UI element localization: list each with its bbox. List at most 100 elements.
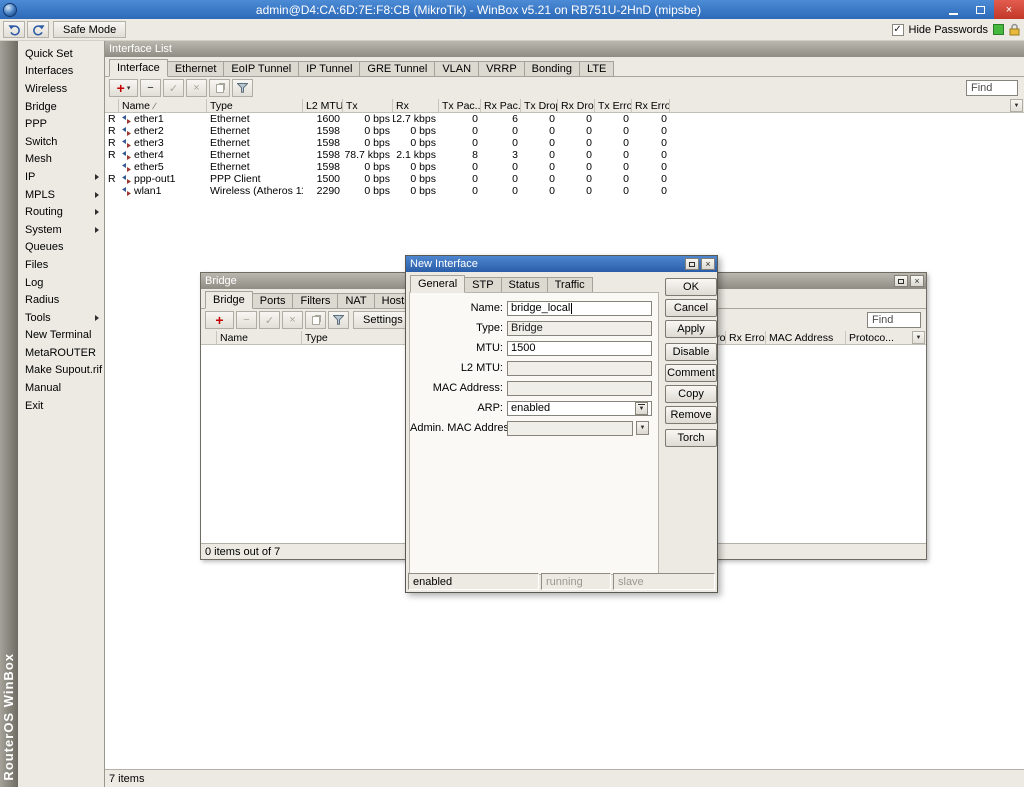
enable-button[interactable]: ✓ [259, 311, 280, 329]
tab-lte[interactable]: LTE [579, 61, 614, 77]
remove-button[interactable]: − [236, 311, 257, 329]
column-header-tx-drops[interactable]: Tx Drops [521, 99, 558, 112]
sidebar-item-new-terminal[interactable]: New Terminal [18, 327, 104, 345]
sidebar-item-make-supout-rif[interactable]: Make Supout.rif [18, 362, 104, 380]
column-select-button[interactable]: ▼ [912, 331, 925, 344]
tab-ports[interactable]: Ports [252, 293, 294, 309]
add-button[interactable]: + [205, 311, 234, 329]
column-header-tx-errors[interactable]: Tx Errors [595, 99, 632, 112]
tab-vlan[interactable]: VLAN [434, 61, 479, 77]
tab-eoip-tunnel[interactable]: EoIP Tunnel [223, 61, 299, 77]
torch-button[interactable]: Torch [665, 429, 717, 447]
enable-button[interactable]: ✓ [163, 79, 184, 97]
cancel-button[interactable]: Cancel [665, 299, 717, 317]
disable-button[interactable]: × [186, 79, 207, 97]
maximize-button[interactable] [894, 275, 908, 287]
mtu-input[interactable]: 1500 [507, 341, 652, 356]
sidebar-item-quick-set[interactable]: Quick Set [18, 45, 104, 63]
sidebar-item-queues[interactable]: Queues [18, 239, 104, 257]
column-header-protoco[interactable]: Protoco... [846, 331, 914, 344]
comment-button[interactable] [305, 311, 326, 329]
tab-bonding[interactable]: Bonding [524, 61, 580, 77]
tab-traffic[interactable]: Traffic [547, 277, 593, 293]
table-row[interactable]: wlan1Wireless (Atheros 11N)22900 bps0 bp… [105, 185, 1024, 197]
sidebar-item-routing[interactable]: Routing [18, 203, 104, 221]
dropdown-arrow-icon[interactable]: ▼ [636, 421, 649, 435]
close-button[interactable]: × [994, 0, 1024, 19]
add-button[interactable]: +▾ [109, 79, 138, 97]
table-row[interactable]: Rether3Ethernet15980 bps0 bps000000 [105, 137, 1024, 149]
sidebar-item-ppp[interactable]: PPP [18, 115, 104, 133]
find-input[interactable]: Find [966, 80, 1018, 96]
tab-stp[interactable]: STP [464, 277, 501, 293]
maximize-button[interactable] [967, 0, 994, 19]
sidebar-item-ip[interactable]: IP [18, 168, 104, 186]
close-button[interactable]: × [701, 258, 715, 270]
sidebar-item-exit[interactable]: Exit [18, 397, 104, 415]
column-header-tx-pac[interactable]: Tx Pac... [439, 99, 481, 112]
find-input[interactable]: Find [867, 312, 921, 328]
disable-button[interactable]: × [282, 311, 303, 329]
remove-button[interactable]: − [140, 79, 161, 97]
tab-bridge[interactable]: Bridge [205, 291, 253, 309]
safe-mode-button[interactable]: Safe Mode [53, 21, 126, 38]
sidebar-item-interfaces[interactable]: Interfaces [18, 63, 104, 81]
tab-interface[interactable]: Interface [109, 59, 168, 77]
sidebar-item-files[interactable]: Files [18, 256, 104, 274]
column-header-rx-drops[interactable]: Rx Drops [558, 99, 595, 112]
column-header-rx-pac[interactable]: Rx Pac... [481, 99, 521, 112]
name-input[interactable]: bridge_local [507, 301, 652, 316]
column-header-mac-address[interactable]: MAC Address [766, 331, 846, 344]
column-select-button[interactable]: ▼ [1010, 99, 1023, 112]
column-header-l2-mtu[interactable]: L2 MTU [303, 99, 343, 112]
new-interface-titlebar[interactable]: New Interface × [406, 256, 717, 272]
sidebar-item-tools[interactable]: Tools [18, 309, 104, 327]
column-header-rx[interactable]: Rx [393, 99, 439, 112]
dropdown-arrow-icon[interactable]: ▼ [635, 402, 648, 415]
tab-nat[interactable]: NAT [337, 293, 374, 309]
maximize-button[interactable] [685, 258, 699, 270]
minimize-button[interactable] [940, 0, 967, 19]
table-row[interactable]: ether5Ethernet15980 bps0 bps000000 [105, 161, 1024, 173]
interface-list-titlebar[interactable]: Interface List [105, 41, 1024, 57]
close-button[interactable]: × [910, 275, 924, 287]
sidebar-item-manual[interactable]: Manual [18, 379, 104, 397]
filter-button[interactable] [328, 311, 349, 329]
filter-button[interactable] [232, 79, 253, 97]
tab-general[interactable]: General [410, 275, 465, 293]
table-row[interactable]: Rppp-out1PPP Client15000 bps0 bps000000 [105, 173, 1024, 185]
comment-button[interactable]: Comment [665, 364, 717, 382]
sidebar-item-radius[interactable]: Radius [18, 291, 104, 309]
table-row[interactable]: Rether1Ethernet16000 bps12.7 kbps060000 [105, 113, 1024, 125]
settings-button[interactable]: Settings [353, 311, 413, 329]
tab-ethernet[interactable]: Ethernet [167, 61, 225, 77]
ok-button[interactable]: OK [665, 278, 717, 296]
remove-button[interactable]: Remove [665, 406, 717, 424]
copy-button[interactable]: Copy [665, 385, 717, 403]
undo-button[interactable] [3, 21, 25, 38]
tab-gre-tunnel[interactable]: GRE Tunnel [359, 61, 435, 77]
sidebar-item-mesh[interactable]: Mesh [18, 151, 104, 169]
sidebar-item-switch[interactable]: Switch [18, 133, 104, 151]
comment-button[interactable] [209, 79, 230, 97]
tab-filters[interactable]: Filters [292, 293, 338, 309]
tab-ip-tunnel[interactable]: IP Tunnel [298, 61, 360, 77]
sidebar-item-system[interactable]: System [18, 221, 104, 239]
column-header-type[interactable]: Type [302, 331, 422, 344]
disable-button[interactable]: Disable [665, 343, 717, 361]
table-row[interactable]: Rether2Ethernet15980 bps0 bps000000 [105, 125, 1024, 137]
hide-passwords-checkbox[interactable]: ✓ [892, 24, 904, 36]
sidebar-item-metarouter[interactable]: MetaROUTER [18, 344, 104, 362]
sidebar-item-mpls[interactable]: MPLS [18, 186, 104, 204]
arp-select[interactable]: enabled▼ [507, 401, 652, 416]
sidebar-item-log[interactable]: Log [18, 274, 104, 292]
column-header-type[interactable]: Type [207, 99, 303, 112]
tab-status[interactable]: Status [501, 277, 548, 293]
column-header-name[interactable]: Name [217, 331, 302, 344]
column-header-name[interactable]: Name∕ [119, 99, 207, 112]
sidebar-item-wireless[interactable]: Wireless [18, 80, 104, 98]
column-header-tx[interactable]: Tx [343, 99, 393, 112]
sidebar-item-bridge[interactable]: Bridge [18, 98, 104, 116]
table-row[interactable]: Rether4Ethernet159878.7 kbps2.1 kbps8300… [105, 149, 1024, 161]
column-header-rx-errors[interactable]: Rx Errors [632, 99, 670, 112]
